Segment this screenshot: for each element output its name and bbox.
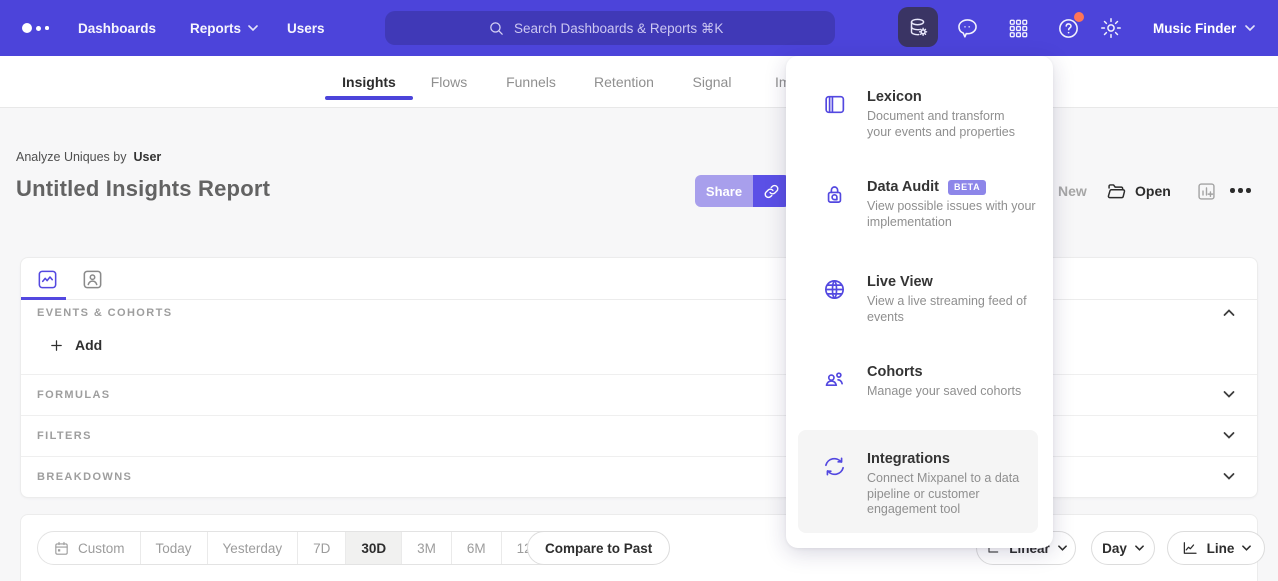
cohorts-people-icon <box>822 364 847 392</box>
chevron-down-icon[interactable] <box>1223 431 1235 439</box>
nav-dashboards[interactable]: Dashboards <box>78 0 156 56</box>
section-formulas-label: FORMULAS <box>37 389 111 401</box>
insights-chart-tab-icon[interactable] <box>34 266 60 292</box>
data-management-icon[interactable] <box>898 7 938 47</box>
chevron-down-icon[interactable] <box>1223 472 1235 480</box>
chevron-down-icon <box>1135 545 1144 551</box>
top-navigation-bar: Dashboards Reports Users <box>0 0 1278 56</box>
notification-dot <box>1074 12 1084 22</box>
range-today[interactable]: Today <box>140 532 207 564</box>
menu-item-lexicon[interactable]: Lexicon Document and transform your even… <box>822 89 1037 140</box>
section-events-cohorts-label: EVENTS & COHORTS <box>37 307 172 319</box>
new-report-button[interactable]: New <box>1058 175 1087 207</box>
search-input[interactable] <box>514 21 732 36</box>
tab-flows[interactable]: Flows <box>429 56 469 108</box>
query-builder-panel: EVENTS & COHORTS Add FORMULAS FILTERS BR… <box>20 257 1258 498</box>
plus-icon <box>49 338 64 353</box>
breadcrumb: Analyze Uniques by User <box>16 150 161 164</box>
menu-item-integrations[interactable]: Integrations Connect Mixpanel to a data … <box>822 451 1026 518</box>
menu-item-live-view[interactable]: Live View View a live streaming feed of … <box>822 274 1037 325</box>
apps-grid-icon[interactable] <box>1002 0 1034 56</box>
search-icon <box>488 20 505 37</box>
global-search-bar[interactable] <box>385 11 835 45</box>
lexicon-book-icon <box>822 89 847 117</box>
range-yesterday[interactable]: Yesterday <box>207 532 298 564</box>
link-icon <box>763 183 780 200</box>
tab-funnels[interactable]: Funnels <box>503 56 559 108</box>
mixpanel-insights-page: Dashboards Reports Users <box>0 0 1278 581</box>
interval-day-dropdown[interactable]: Day <box>1091 531 1155 565</box>
range-30d-active[interactable]: 30D <box>345 532 401 564</box>
menu-item-data-audit[interactable]: Data Audit BETA View possible issues wit… <box>822 179 1037 230</box>
range-custom[interactable]: Custom <box>38 532 140 564</box>
integrations-sync-icon <box>822 451 847 479</box>
line-chart-icon <box>1181 539 1199 557</box>
live-view-globe-icon <box>822 274 847 302</box>
chevron-down-icon <box>1245 25 1255 31</box>
section-filters-label: FILTERS <box>37 430 92 442</box>
help-icon[interactable] <box>1052 0 1084 56</box>
range-3m[interactable]: 3M <box>401 532 451 564</box>
nav-reports[interactable]: Reports <box>190 0 258 56</box>
add-to-dashboard-icon[interactable] <box>1196 181 1217 202</box>
menu-item-integrations-hover: Integrations Connect Mixpanel to a data … <box>798 430 1038 533</box>
profile-tab-icon[interactable] <box>79 266 105 292</box>
report-tabs-bar: Insights Flows Funnels Retention Signal … <box>0 56 1278 108</box>
section-breakdowns-label: BREAKDOWNS <box>37 471 132 483</box>
chevron-down-icon <box>248 25 258 31</box>
breadcrumb-entity[interactable]: User <box>133 150 161 164</box>
chart-controls-panel: Custom Today Yesterday 7D 30D 3M 6M 12M … <box>20 514 1258 581</box>
range-6m[interactable]: 6M <box>451 532 501 564</box>
chevron-up-icon[interactable] <box>1223 309 1235 317</box>
share-split-button: Share <box>695 175 790 207</box>
range-7d[interactable]: 7D <box>297 532 345 564</box>
mixpanel-logo-icon[interactable] <box>22 0 49 56</box>
share-button[interactable]: Share <box>695 175 753 207</box>
feedback-icon[interactable] <box>951 0 983 56</box>
compare-to-past-button[interactable]: Compare to Past <box>527 531 670 565</box>
chevron-down-icon <box>1058 545 1067 551</box>
page-title[interactable]: Untitled Insights Report <box>16 176 270 202</box>
data-audit-lock-icon <box>822 179 847 207</box>
more-dots-icon[interactable] <box>1230 188 1251 193</box>
project-switcher[interactable]: Music Finder <box>1153 0 1255 56</box>
date-range-segmented-control: Custom Today Yesterday 7D 30D 3M 6M 12M <box>37 531 559 565</box>
active-builder-tab-underline <box>21 297 66 300</box>
nav-users[interactable]: Users <box>287 0 325 56</box>
beta-badge: BETA <box>948 180 986 195</box>
builder-view-tabs <box>21 258 1257 300</box>
add-event-button[interactable]: Add <box>49 337 102 353</box>
chevron-down-icon <box>1242 545 1251 551</box>
tab-insights[interactable]: Insights <box>343 56 395 108</box>
data-management-dropdown: Lexicon Document and transform your even… <box>786 56 1053 548</box>
tab-retention[interactable]: Retention <box>592 56 656 108</box>
open-report-button[interactable]: Open <box>1106 175 1171 207</box>
copy-link-button[interactable] <box>753 175 790 207</box>
settings-gear-icon[interactable] <box>1095 0 1127 56</box>
tab-signal[interactable]: Signal <box>690 56 734 108</box>
calendar-icon <box>53 540 70 557</box>
active-tab-underline <box>325 96 413 100</box>
folder-open-icon <box>1106 181 1127 202</box>
chevron-down-icon[interactable] <box>1223 390 1235 398</box>
chart-type-line-dropdown[interactable]: Line <box>1167 531 1265 565</box>
project-name: Music Finder <box>1153 21 1236 36</box>
menu-item-cohorts[interactable]: Cohorts Manage your saved cohorts <box>822 364 1037 400</box>
